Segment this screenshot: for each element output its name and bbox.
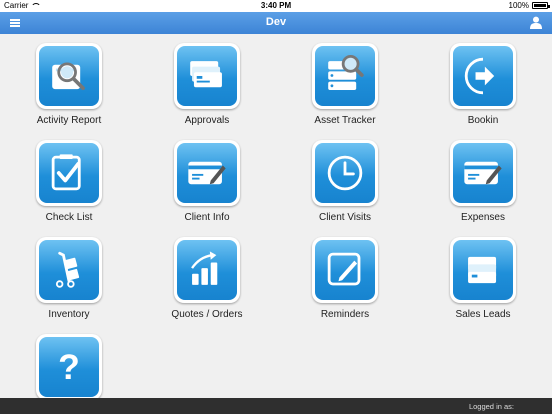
- tile-label: Sales Leads: [455, 309, 511, 320]
- tile-icon-box: [312, 140, 378, 206]
- tile-icon-box: [312, 237, 378, 303]
- tile-icon-box: [450, 237, 516, 303]
- tile-icon-box: [36, 43, 102, 109]
- tile-icon-box: [450, 140, 516, 206]
- nav-bar: Dev: [0, 12, 552, 34]
- tile-expenses[interactable]: Expenses: [415, 140, 551, 232]
- tile-label: Asset Tracker: [314, 115, 376, 126]
- tile-asset-tracker[interactable]: Asset Tracker: [277, 43, 413, 135]
- logged-in-label: Logged in as:: [468, 402, 514, 411]
- bookin-icon: [453, 46, 513, 106]
- quotes-orders-icon: [177, 240, 237, 300]
- tile-quotes-orders[interactable]: Quotes / Orders: [139, 237, 275, 329]
- tile-label: Expenses: [461, 212, 505, 223]
- check-list-icon: [39, 143, 99, 203]
- battery-icon: [532, 2, 550, 9]
- client-visits-icon: [315, 143, 375, 203]
- sales-leads-icon: [453, 240, 513, 300]
- tile-approvals[interactable]: Approvals: [139, 43, 275, 135]
- tile-reminders[interactable]: Reminders: [277, 237, 413, 329]
- tile-label: Client Visits: [318, 212, 372, 223]
- app-grid: Activity Report Approvals Asset Tracker …: [0, 34, 552, 400]
- tile-client-visits[interactable]: Client Visits: [277, 140, 413, 232]
- asset-tracker-icon: [315, 46, 375, 106]
- approvals-icon: [177, 46, 237, 106]
- user-profile-icon[interactable]: [530, 16, 542, 29]
- tile-icon-box: [450, 43, 516, 109]
- tile-label: Check List: [45, 212, 93, 223]
- activity-report-icon: [39, 46, 99, 106]
- tile-bookin[interactable]: Bookin: [415, 43, 551, 135]
- tile-label: Client Info: [184, 212, 230, 223]
- page-title: Dev: [265, 16, 287, 28]
- tile-activity-report[interactable]: Activity Report: [1, 43, 137, 135]
- tile-label: Activity Report: [36, 115, 102, 126]
- inventory-icon: [39, 240, 99, 300]
- battery-percent: 100%: [508, 1, 529, 10]
- expenses-icon: [453, 143, 513, 203]
- status-time: 3:40 PM: [260, 1, 292, 10]
- client-info-icon: [177, 143, 237, 203]
- help-icon: ?: [39, 337, 99, 397]
- tile-icon-box: [36, 140, 102, 206]
- tile-icon-box: ?: [36, 334, 102, 400]
- tile-inventory[interactable]: Inventory: [1, 237, 137, 329]
- battery-info: 100%: [508, 1, 550, 10]
- tile-icon-box: [174, 237, 240, 303]
- tile-sales-leads[interactable]: Sales Leads: [415, 237, 551, 329]
- tile-check-list[interactable]: Check List: [1, 140, 137, 232]
- bottom-bar: Logged in as:: [0, 398, 552, 414]
- tile-label: Inventory: [48, 309, 90, 320]
- tile-icon-box: [174, 140, 240, 206]
- svg-text:?: ?: [58, 347, 80, 387]
- status-bar: Carrier 3:40 PM 100%: [0, 0, 552, 12]
- tile-label: Bookin: [467, 115, 499, 126]
- tile-icon-box: [36, 237, 102, 303]
- tile-label: Quotes / Orders: [171, 309, 243, 320]
- reminders-icon: [315, 240, 375, 300]
- tile-icon-box: [174, 43, 240, 109]
- tile-icon-box: [312, 43, 378, 109]
- tile-client-info[interactable]: Client Info: [139, 140, 275, 232]
- tile-label: Reminders: [320, 309, 370, 320]
- tile-label: Approvals: [184, 115, 230, 126]
